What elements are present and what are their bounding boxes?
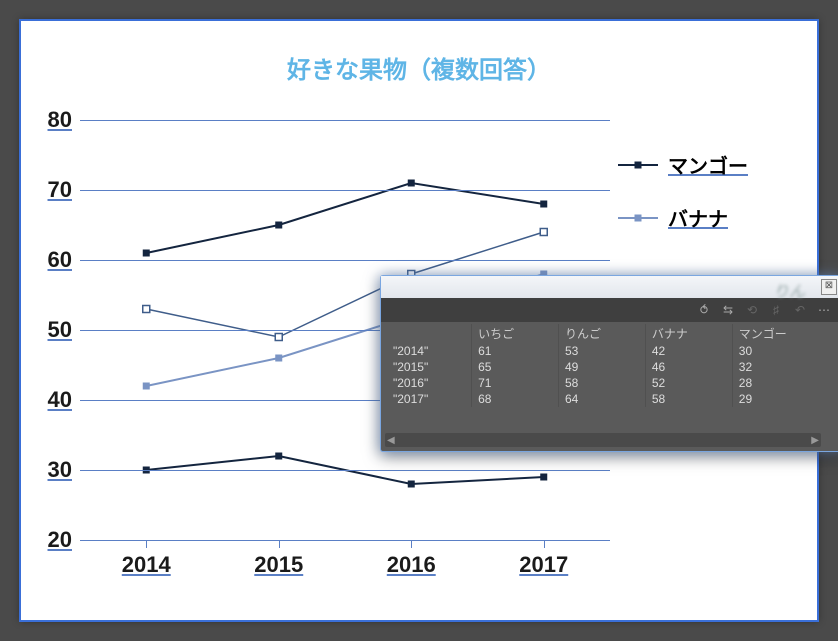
table-cell[interactable]: "2015"	[387, 359, 472, 375]
gridline	[80, 260, 610, 261]
legend-item[interactable]: マンゴー	[618, 150, 788, 179]
x-tick-label: 2017	[519, 552, 568, 578]
gridline	[80, 540, 610, 541]
table-header-cell[interactable]: バナナ	[645, 324, 732, 343]
table-cell[interactable]: 68	[472, 391, 559, 407]
x-tick-label: 2016	[387, 552, 436, 578]
table-cell[interactable]: "2014"	[387, 343, 472, 359]
data-panel-titlebar[interactable]: りん ⊠	[381, 276, 838, 298]
table-row[interactable]: "2017"68645829	[387, 391, 838, 407]
scroll-left-icon[interactable]: ◀	[387, 435, 395, 446]
data-panel[interactable]: りん ⊠ ⥀⇆⟲♯↶⋯ いちごりんごバナナマンゴー"2014"61534230"…	[380, 275, 838, 452]
legend-label: バナナ	[668, 203, 728, 232]
legend-swatch	[618, 164, 658, 166]
y-tick-label: 80	[48, 107, 72, 133]
table-cell[interactable]: 58	[645, 391, 732, 407]
table-row[interactable]: "2015"65494632	[387, 359, 838, 375]
y-tick-label: 70	[48, 177, 72, 203]
table-row[interactable]: "2016"71585228	[387, 375, 838, 391]
workspace: 好きな果物（複数回答） 20 30 40 50 60 70 80 2014 2015 2016 20…	[0, 0, 838, 641]
legend: マンゴーバナナ	[618, 150, 788, 256]
table-header-cell[interactable]: りんご	[558, 324, 645, 343]
chart-artboard[interactable]: 好きな果物（複数回答） 20 30 40 50 60 70 80 2014 2015 2016 20…	[20, 20, 818, 621]
table-cell[interactable]: 52	[645, 375, 732, 391]
data-table[interactable]: いちごりんごバナナマンゴー"2014"61534230"2015"6549463…	[381, 322, 838, 424]
y-tick-label: 50	[48, 317, 72, 343]
table-row[interactable]: "2014"61534230	[387, 343, 838, 359]
undo-icon: ↶	[793, 303, 807, 317]
gridline	[80, 120, 610, 121]
panel-title-text: りん	[773, 278, 805, 302]
settings-icon[interactable]: ⋯	[817, 303, 831, 317]
table-cell[interactable]: 58	[558, 375, 645, 391]
x-tick	[411, 540, 412, 548]
table-cell[interactable]: 28	[732, 375, 838, 391]
x-tick-label: 2015	[254, 552, 303, 578]
table-header-cell[interactable]: いちご	[472, 324, 559, 343]
table-cell[interactable]: 53	[558, 343, 645, 359]
data-panel-toolbar: ⥀ ⇆ ⟲ ♯ ↶ ⋯	[381, 298, 838, 322]
x-tick	[279, 540, 280, 548]
scroll-right-icon[interactable]: ▶	[811, 435, 819, 446]
close-icon[interactable]: ⊠	[821, 279, 837, 295]
table-cell[interactable]: 46	[645, 359, 732, 375]
gridline	[80, 470, 610, 471]
y-tick-label: 40	[48, 387, 72, 413]
legend-swatch	[618, 217, 658, 219]
table-header-cell[interactable]	[387, 324, 472, 343]
table-cell[interactable]: 61	[472, 343, 559, 359]
table-cell[interactable]: "2017"	[387, 391, 472, 407]
legend-label: マンゴー	[668, 150, 748, 179]
gridline	[80, 190, 610, 191]
y-tick-label: 60	[48, 247, 72, 273]
table-cell[interactable]: 65	[472, 359, 559, 375]
table-cell[interactable]: 30	[732, 343, 838, 359]
y-tick-label: 20	[48, 527, 72, 553]
table-cell[interactable]: 42	[645, 343, 732, 359]
horizontal-scrollbar[interactable]: ◀ ▶	[385, 433, 821, 447]
grid-icon: ♯	[769, 303, 783, 317]
x-tick	[544, 540, 545, 548]
legend-item[interactable]: バナナ	[618, 203, 788, 232]
x-tick	[146, 540, 147, 548]
y-tick-label: 30	[48, 457, 72, 483]
table-cell[interactable]: "2016"	[387, 375, 472, 391]
table-cell[interactable]: 32	[732, 359, 838, 375]
chart-title: 好きな果物（複数回答）	[20, 50, 818, 85]
link-icon: ⟲	[745, 303, 759, 317]
table-cell[interactable]: 29	[732, 391, 838, 407]
table-header-cell[interactable]: マンゴー	[732, 324, 838, 343]
table-cell[interactable]: 64	[558, 391, 645, 407]
swap-axes-icon[interactable]: ⇆	[721, 303, 735, 317]
table-cell[interactable]: 49	[558, 359, 645, 375]
x-tick-label: 2014	[122, 552, 171, 578]
transpose-icon[interactable]: ⥀	[697, 303, 711, 317]
table-cell[interactable]: 71	[472, 375, 559, 391]
